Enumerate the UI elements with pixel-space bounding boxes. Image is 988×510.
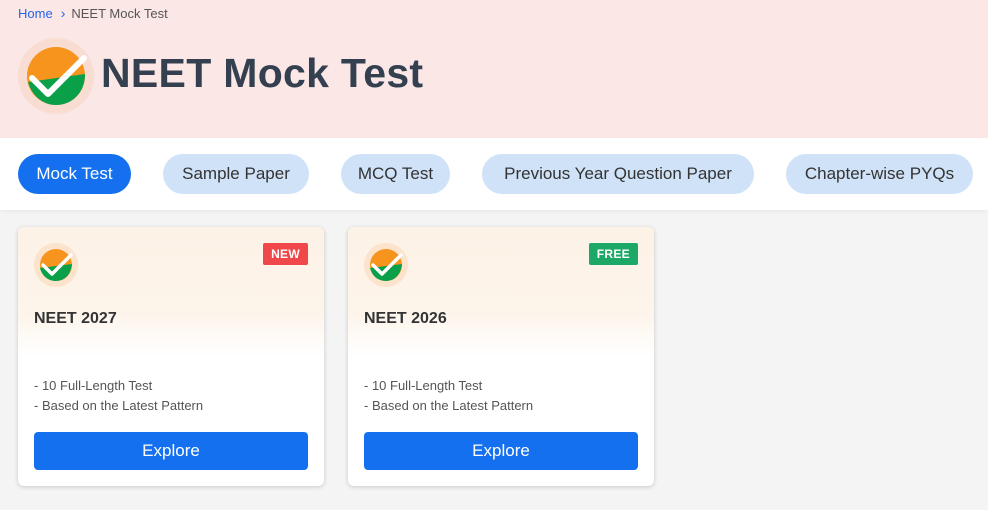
card-title: NEET 2027 — [34, 310, 117, 327]
breadcrumb-home-link[interactable]: Home — [18, 6, 53, 21]
breadcrumb-current: NEET Mock Test — [71, 5, 168, 21]
free-badge: FREE — [588, 243, 638, 265]
tab-mcq-test[interactable]: MCQ Test — [341, 154, 450, 194]
card-feature: - 10 Full-Length Test — [34, 378, 153, 393]
checkmark-logo-icon — [18, 38, 94, 114]
checkmark-logo-icon — [364, 243, 408, 287]
tab-sample-paper[interactable]: Sample Paper — [163, 154, 309, 194]
checkmark-logo-icon — [34, 243, 78, 287]
chevron-right-icon: › — [60, 5, 66, 21]
test-card: FREE NEET 2026 - 10 Full-Length Test - B… — [348, 227, 654, 486]
card-feature: - Based on the Latest Pattern — [34, 398, 204, 413]
page-title: NEET Mock Test — [101, 50, 424, 96]
page-header: Home › NEET Mock Test NEET Mock Test — [0, 0, 988, 138]
tab-mock-test[interactable]: Mock Test — [18, 154, 131, 194]
card-title: NEET 2026 — [364, 310, 447, 327]
breadcrumb: Home › NEET Mock Test — [18, 5, 168, 21]
card-feature: - Based on the Latest Pattern — [364, 398, 534, 413]
explore-button[interactable]: Explore — [364, 432, 638, 470]
test-card: NEW NEET 2027 - 10 Full-Length Test - Ba… — [18, 227, 324, 486]
tab-previous-year-question-paper[interactable]: Previous Year Question Paper — [482, 154, 754, 194]
new-badge: NEW — [263, 243, 308, 265]
category-tabs: Mock Test Sample Paper MCQ Test Previous… — [0, 138, 988, 210]
tab-chapter-wise-pyqs[interactable]: Chapter-wise PYQs — [786, 154, 973, 194]
explore-button[interactable]: Explore — [34, 432, 308, 470]
card-feature: - 10 Full-Length Test — [364, 378, 483, 393]
